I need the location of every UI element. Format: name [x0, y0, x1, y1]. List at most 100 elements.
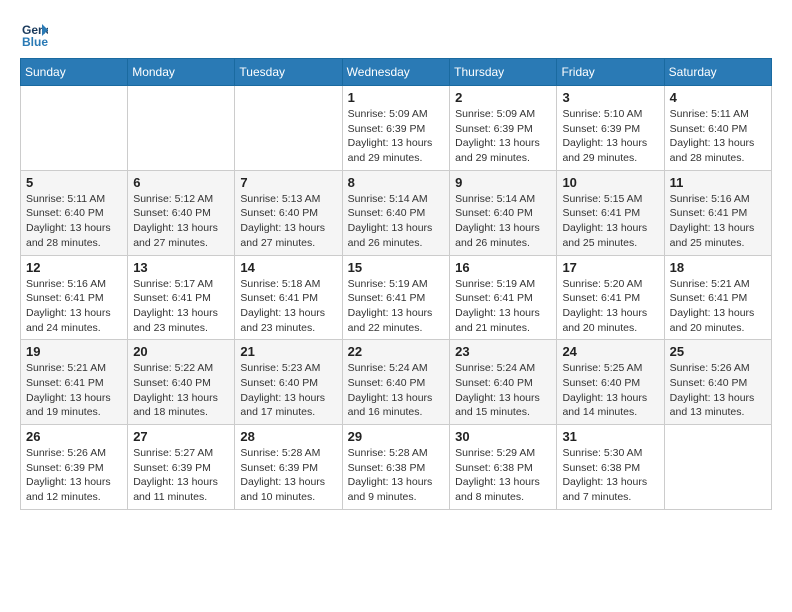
day-info: Sunrise: 5:24 AM Sunset: 6:40 PM Dayligh… — [348, 361, 444, 420]
day-info: Sunrise: 5:26 AM Sunset: 6:40 PM Dayligh… — [670, 361, 766, 420]
day-info: Sunrise: 5:11 AM Sunset: 6:40 PM Dayligh… — [26, 192, 122, 251]
day-info: Sunrise: 5:28 AM Sunset: 6:38 PM Dayligh… — [348, 446, 444, 505]
day-number: 30 — [455, 429, 551, 444]
day-number: 4 — [670, 90, 766, 105]
day-info: Sunrise: 5:22 AM Sunset: 6:40 PM Dayligh… — [133, 361, 229, 420]
column-header-monday: Monday — [128, 59, 235, 86]
calendar-cell: 7 Sunrise: 5:13 AM Sunset: 6:40 PM Daylig… — [235, 170, 342, 255]
day-info: Sunrise: 5:20 AM Sunset: 6:41 PM Dayligh… — [562, 277, 658, 336]
calendar-cell: 17 Sunrise: 5:20 AM Sunset: 6:41 PM Dayli… — [557, 255, 664, 340]
calendar-cell: 21 Sunrise: 5:23 AM Sunset: 6:40 PM Dayli… — [235, 340, 342, 425]
calendar-cell: 6 Sunrise: 5:12 AM Sunset: 6:40 PM Daylig… — [128, 170, 235, 255]
day-number: 16 — [455, 260, 551, 275]
calendar-cell: 15Sunrise: 5:19 AM Sunset: 6:41 PM Dayli… — [342, 255, 449, 340]
calendar-cell: 24 Sunrise: 5:25 AM Sunset: 6:40 PM Dayli… — [557, 340, 664, 425]
day-number: 2 — [455, 90, 551, 105]
calendar-cell: 12 Sunrise: 5:16 AM Sunset: 6:41 PM Dayli… — [21, 255, 128, 340]
day-info: Sunrise: 5:18 AM Sunset: 6:41 PM Dayligh… — [240, 277, 336, 336]
day-number: 23 — [455, 344, 551, 359]
calendar-cell — [128, 86, 235, 171]
day-info: Sunrise: 5:10 AM Sunset: 6:39 PM Dayligh… — [562, 107, 658, 166]
calendar-cell: 27 Sunrise: 5:27 AM Sunset: 6:39 PM Dayli… — [128, 425, 235, 510]
calendar-cell: 4 Sunrise: 5:11 AM Sunset: 6:40 PM Daylig… — [664, 86, 771, 171]
calendar-cell: 31 Sunrise: 5:30 AM Sunset: 6:38 PM Dayli… — [557, 425, 664, 510]
day-number: 14 — [240, 260, 336, 275]
day-info: Sunrise: 5:21 AM Sunset: 6:41 PM Dayligh… — [670, 277, 766, 336]
calendar-week-row: 26 Sunrise: 5:26 AM Sunset: 6:39 PM Dayli… — [21, 425, 772, 510]
calendar-cell: 29 Sunrise: 5:28 AM Sunset: 6:38 PM Dayli… — [342, 425, 449, 510]
calendar-cell: 13 Sunrise: 5:17 AM Sunset: 6:41 PM Dayli… — [128, 255, 235, 340]
calendar-cell: 10 Sunrise: 5:15 AM Sunset: 6:41 PM Dayli… — [557, 170, 664, 255]
day-number: 18 — [670, 260, 766, 275]
calendar-cell — [235, 86, 342, 171]
day-number: 6 — [133, 175, 229, 190]
calendar-cell — [664, 425, 771, 510]
day-info: Sunrise: 5:26 AM Sunset: 6:39 PM Dayligh… — [26, 446, 122, 505]
calendar-week-row: 1 Sunrise: 5:09 AM Sunset: 6:39 PM Daylig… — [21, 86, 772, 171]
day-info: Sunrise: 5:15 AM Sunset: 6:41 PM Dayligh… — [562, 192, 658, 251]
day-number: 9 — [455, 175, 551, 190]
day-number: 28 — [240, 429, 336, 444]
day-number: 12 — [26, 260, 122, 275]
day-info: Sunrise: 5:16 AM Sunset: 6:41 PM Dayligh… — [670, 192, 766, 251]
calendar-table: SundayMondayTuesdayWednesdayThursdayFrid… — [20, 58, 772, 510]
calendar-cell: 16Sunrise: 5:19 AM Sunset: 6:41 PM Dayli… — [450, 255, 557, 340]
calendar-cell: 25 Sunrise: 5:26 AM Sunset: 6:40 PM Dayli… — [664, 340, 771, 425]
day-info: Sunrise: 5:16 AM Sunset: 6:41 PM Dayligh… — [26, 277, 122, 336]
svg-text:Blue: Blue — [22, 35, 48, 48]
day-number: 8 — [348, 175, 444, 190]
day-number: 11 — [670, 175, 766, 190]
day-info: Sunrise: 5:28 AM Sunset: 6:39 PM Dayligh… — [240, 446, 336, 505]
page-header: General Blue — [20, 20, 772, 48]
calendar-cell: 14 Sunrise: 5:18 AM Sunset: 6:41 PM Dayli… — [235, 255, 342, 340]
day-number: 5 — [26, 175, 122, 190]
calendar-cell: 1 Sunrise: 5:09 AM Sunset: 6:39 PM Daylig… — [342, 86, 449, 171]
calendar-cell: 18 Sunrise: 5:21 AM Sunset: 6:41 PM Dayli… — [664, 255, 771, 340]
calendar-cell: 30Sunrise: 5:29 AM Sunset: 6:38 PM Dayli… — [450, 425, 557, 510]
day-number: 1 — [348, 90, 444, 105]
day-number: 26 — [26, 429, 122, 444]
day-info: Sunrise: 5:13 AM Sunset: 6:40 PM Dayligh… — [240, 192, 336, 251]
day-info: Sunrise: 5:30 AM Sunset: 6:38 PM Dayligh… — [562, 446, 658, 505]
day-info: Sunrise: 5:27 AM Sunset: 6:39 PM Dayligh… — [133, 446, 229, 505]
calendar-cell — [21, 86, 128, 171]
column-header-sunday: Sunday — [21, 59, 128, 86]
day-info: Sunrise: 5:09 AM Sunset: 6:39 PM Dayligh… — [455, 107, 551, 166]
day-number: 21 — [240, 344, 336, 359]
day-number: 25 — [670, 344, 766, 359]
calendar-cell: 23 Sunrise: 5:24 AM Sunset: 6:40 PM Dayli… — [450, 340, 557, 425]
column-header-saturday: Saturday — [664, 59, 771, 86]
day-info: Sunrise: 5:25 AM Sunset: 6:40 PM Dayligh… — [562, 361, 658, 420]
calendar-week-row: 12 Sunrise: 5:16 AM Sunset: 6:41 PM Dayli… — [21, 255, 772, 340]
calendar-cell: 9 Sunrise: 5:14 AM Sunset: 6:40 PM Daylig… — [450, 170, 557, 255]
day-number: 20 — [133, 344, 229, 359]
day-number: 10 — [562, 175, 658, 190]
day-info: Sunrise: 5:24 AM Sunset: 6:40 PM Dayligh… — [455, 361, 551, 420]
calendar-cell: 8 Sunrise: 5:14 AM Sunset: 6:40 PM Daylig… — [342, 170, 449, 255]
calendar-cell: 20 Sunrise: 5:22 AM Sunset: 6:40 PM Dayli… — [128, 340, 235, 425]
calendar-cell: 22Sunrise: 5:24 AM Sunset: 6:40 PM Dayli… — [342, 340, 449, 425]
day-number: 7 — [240, 175, 336, 190]
day-info: Sunrise: 5:12 AM Sunset: 6:40 PM Dayligh… — [133, 192, 229, 251]
logo: General Blue — [20, 20, 50, 48]
logo-icon: General Blue — [20, 20, 48, 48]
column-header-tuesday: Tuesday — [235, 59, 342, 86]
column-header-thursday: Thursday — [450, 59, 557, 86]
day-number: 29 — [348, 429, 444, 444]
day-info: Sunrise: 5:11 AM Sunset: 6:40 PM Dayligh… — [670, 107, 766, 166]
calendar-cell: 28 Sunrise: 5:28 AM Sunset: 6:39 PM Dayli… — [235, 425, 342, 510]
calendar-cell: 5 Sunrise: 5:11 AM Sunset: 6:40 PM Daylig… — [21, 170, 128, 255]
day-number: 13 — [133, 260, 229, 275]
day-info: Sunrise: 5:09 AM Sunset: 6:39 PM Dayligh… — [348, 107, 444, 166]
day-number: 24 — [562, 344, 658, 359]
day-info: Sunrise: 5:14 AM Sunset: 6:40 PM Dayligh… — [348, 192, 444, 251]
day-number: 27 — [133, 429, 229, 444]
day-number: 31 — [562, 429, 658, 444]
day-number: 17 — [562, 260, 658, 275]
day-info: Sunrise: 5:14 AM Sunset: 6:40 PM Dayligh… — [455, 192, 551, 251]
calendar-header-row: SundayMondayTuesdayWednesdayThursdayFrid… — [21, 59, 772, 86]
calendar-cell: 2 Sunrise: 5:09 AM Sunset: 6:39 PM Daylig… — [450, 86, 557, 171]
day-info: Sunrise: 5:23 AM Sunset: 6:40 PM Dayligh… — [240, 361, 336, 420]
calendar-cell: 26 Sunrise: 5:26 AM Sunset: 6:39 PM Dayli… — [21, 425, 128, 510]
day-info: Sunrise: 5:17 AM Sunset: 6:41 PM Dayligh… — [133, 277, 229, 336]
